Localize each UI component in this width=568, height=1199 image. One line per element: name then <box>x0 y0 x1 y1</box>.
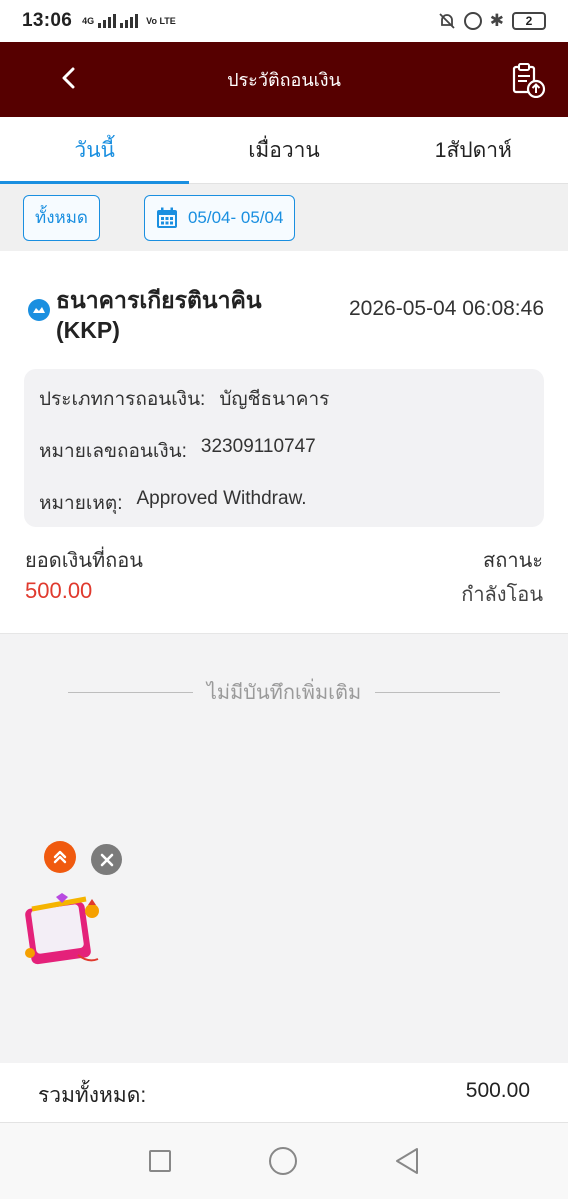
date-range-button[interactable]: 05/04- 05/04 <box>143 194 296 241</box>
system-nav-bar <box>0 1123 568 1199</box>
no-more-text: ไม่มีบันทึกเพิ่มเติม <box>206 682 362 704</box>
bank-logo-icon <box>28 299 50 321</box>
detail-row-number: หมายเลขถอนเงิน: 32309110747 <box>39 435 544 487</box>
date-range-label: 05/04- 05/04 <box>187 207 284 227</box>
back-arrow-icon[interactable] <box>58 67 80 89</box>
detail-row-type: ประเภทการถอนเงิน: บัญชีธนาคาร <box>39 383 544 435</box>
volte-label: Vo LTE <box>146 15 176 26</box>
bluetooth-icon: ✱ <box>489 11 504 30</box>
mute-bell-icon <box>439 13 455 29</box>
detail-value: Approved Withdraw. <box>136 488 307 509</box>
date-tabs: วันนี้ เมื่อวาน 1สัปดาห์ <box>0 117 568 184</box>
filter-bar: ทั้งหมด 05/04- 05/04 <box>0 184 568 251</box>
detail-row-note: หมายเหตุ: Approved Withdraw. <box>39 487 544 539</box>
network-label: 4G <box>82 16 95 26</box>
tab-yesterday[interactable]: เมื่อวาน <box>189 117 378 183</box>
detail-value: บัญชีธนาคาร <box>219 389 330 410</box>
app-header: ประวัติถอนเงิน <box>0 42 568 117</box>
calendar-icon <box>156 207 177 228</box>
back-triangle-icon[interactable] <box>394 1147 420 1175</box>
battery-icon: 2 <box>512 12 546 30</box>
promo-close-icon[interactable] <box>91 844 122 875</box>
amount-label: ยอดเงินที่ถอน <box>25 550 143 572</box>
record-details: ประเภทการถอนเงิน: บัญชีธนาคาร หมายเลขถอน… <box>24 369 544 527</box>
tab-one-week[interactable]: 1สัปดาห์ <box>379 117 568 183</box>
detail-value: 32309110747 <box>200 436 316 457</box>
record-timestamp: 2026-05-04 06:08:46 <box>349 297 544 320</box>
network-indicator: 4G Vo LTE <box>82 14 176 28</box>
detail-label: หมายเหตุ: <box>39 493 123 514</box>
status-bar: 13:06 4G Vo LTE ✱ 2 <box>0 0 568 42</box>
total-label: รวมทั้งหมด: <box>38 1084 147 1107</box>
divider-left <box>68 691 193 693</box>
detail-label: หมายเลขถอนเงิน: <box>39 441 187 462</box>
filter-all-label: ทั้งหมด <box>35 208 88 227</box>
status-value: กำลังโอน <box>461 584 543 606</box>
signal-icon <box>98 14 117 28</box>
withdraw-record-card[interactable]: ธนาคารเกียรตินาคิน (KKP) 2026-05-04 06:0… <box>0 251 568 634</box>
page-title: ประวัติถอนเงิน <box>227 70 341 90</box>
status-label: สถานะ <box>483 550 543 572</box>
amount-value: 500.00 <box>25 578 93 603</box>
status-right-icons: ✱ 2 <box>438 11 546 31</box>
promo-expand-icon[interactable] <box>44 841 76 873</box>
gift-box-icon[interactable] <box>22 893 104 967</box>
total-value: 500.00 <box>465 1079 530 1102</box>
no-more-records: ไม่มีบันทึกเพิ่มเติม <box>68 679 501 705</box>
detail-label: ประเภทการถอนเงิน: <box>39 389 206 410</box>
app-screen: 13:06 4G Vo LTE ✱ 2 ประวัติถอนเงิน วันนี… <box>0 0 568 1199</box>
filter-all-button[interactable]: ทั้งหมด <box>23 194 100 241</box>
total-bar: รวมทั้งหมด: 500.00 <box>0 1063 568 1123</box>
divider-right <box>375 691 501 693</box>
status-time: 13:06 <box>22 10 73 31</box>
tab-today[interactable]: วันนี้ <box>0 117 190 184</box>
clipboard-upload-icon[interactable] <box>510 62 546 98</box>
recent-apps-icon[interactable] <box>148 1149 172 1173</box>
lock-rotation-icon <box>463 12 482 30</box>
home-circle-icon[interactable] <box>268 1146 298 1176</box>
bank-name: ธนาคารเกียรตินาคิน (KKP) <box>56 287 262 343</box>
signal-icon-2 <box>120 14 139 28</box>
